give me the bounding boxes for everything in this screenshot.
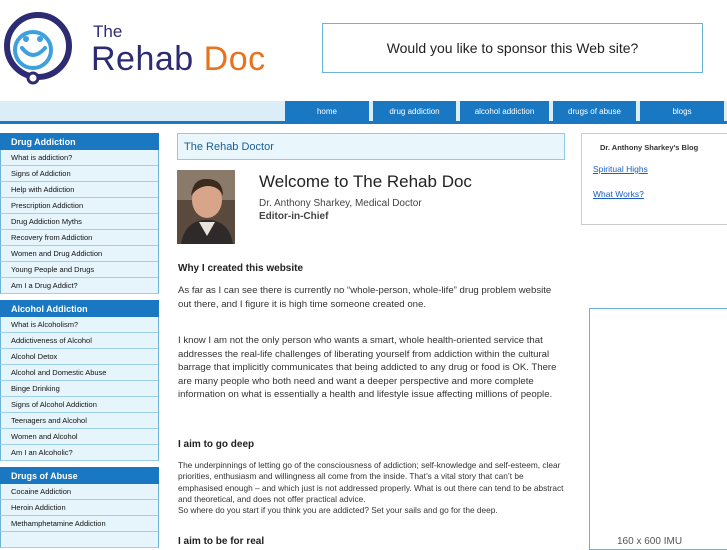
- sidebar-heading-drug-addiction[interactable]: Drug Addiction: [0, 133, 159, 150]
- nav-tab-drugs-of-abuse[interactable]: drugs of abuse: [553, 101, 636, 121]
- ad-placeholder[interactable]: [589, 308, 727, 550]
- section-heading: I aim to be for real: [178, 536, 265, 547]
- site-logo[interactable]: The Rehab Doc: [0, 8, 267, 88]
- sidebar-item[interactable]: Methamphetamine Addiction: [0, 516, 159, 532]
- sidebar-item[interactable]: Drug Addiction Myths: [0, 214, 159, 230]
- sidebar-item[interactable]: Teenagers and Alcohol: [0, 413, 159, 429]
- blog-link-spiritual-highs[interactable]: Spiritual Highs: [593, 164, 648, 174]
- nav-tab-blogs[interactable]: blogs: [640, 101, 724, 121]
- sidebar-item[interactable]: Addictiveness of Alcohol: [0, 333, 159, 349]
- sidebar-item[interactable]: Women and Alcohol: [0, 429, 159, 445]
- nav-underline: [0, 121, 727, 124]
- paragraph: I know I am not the only person who want…: [178, 335, 557, 400]
- paragraph: The underpinnings of letting go of the c…: [178, 460, 564, 504]
- author-role: Editor-in-Chief: [259, 211, 329, 222]
- section-heading: Why I created this website: [178, 263, 304, 274]
- sidebar-heading-alcohol-addiction[interactable]: Alcohol Addiction: [0, 300, 159, 317]
- sidebar-item[interactable]: Am I an Alcoholic?: [0, 445, 159, 461]
- logo-text: Rehab Doc: [91, 40, 266, 79]
- sidebar-item[interactable]: Binge Drinking: [0, 381, 159, 397]
- sidebar-item[interactable]: Alcohol and Domestic Abuse: [0, 365, 159, 381]
- sidebar-heading-drugs-of-abuse[interactable]: Drugs of Abuse: [0, 467, 159, 484]
- left-sidebar: Drug Addiction What is addiction? Signs …: [0, 133, 161, 548]
- sidebar-item[interactable]: Help with Addiction: [0, 182, 159, 198]
- content-title-box: The Rehab Doctor: [177, 133, 565, 160]
- sponsor-banner[interactable]: Would you like to sponsor this Web site?: [322, 23, 703, 73]
- paragraph: As far as I can see there is currently n…: [178, 285, 552, 310]
- stethoscope-logo-icon: [4, 12, 72, 85]
- sidebar-item[interactable]: Young People and Drugs: [0, 262, 159, 278]
- author-portrait-icon: [177, 170, 235, 244]
- sidebar-item[interactable]: Recovery from Addiction: [0, 230, 159, 246]
- nav-tab-drug-addiction[interactable]: drug addiction: [373, 101, 456, 121]
- sidebar-item[interactable]: Heroin Addiction: [0, 500, 159, 516]
- sidebar-item[interactable]: Women and Drug Addiction: [0, 246, 159, 262]
- content-title: The Rehab Doctor: [184, 140, 274, 153]
- blog-link-what-works[interactable]: What Works?: [593, 189, 644, 199]
- ad-size-label: 160 x 600 IMU: [617, 536, 683, 547]
- author-name: Dr. Anthony Sharkey, Medical Doctor: [259, 198, 422, 209]
- sidebar-item[interactable]: Am I a Drug Addict?: [0, 278, 159, 294]
- logo-text-rehab: Rehab: [91, 40, 194, 78]
- sidebar-item[interactable]: Signs of Alcohol Addiction: [0, 397, 159, 413]
- sidebar-item[interactable]: Signs of Addiction: [0, 166, 159, 182]
- sidebar-item[interactable]: Cocaine Addiction: [0, 484, 159, 500]
- logo-text-the: The: [93, 22, 123, 41]
- sidebar-item[interactable]: What is Alcoholism?: [0, 317, 159, 333]
- section-heading: I aim to go deep: [178, 439, 255, 450]
- author-photo: [177, 170, 235, 244]
- sidebar-item[interactable]: Alcohol Detox: [0, 349, 159, 365]
- blog-title: Dr. Anthony Sharkey's Blog: [600, 143, 699, 152]
- nav-tab-home[interactable]: home: [285, 101, 369, 121]
- sidebar-item[interactable]: Prescription Addiction: [0, 198, 159, 214]
- welcome-heading: Welcome to The Rehab Doc: [259, 172, 472, 191]
- paragraph: So where do you start if you think you a…: [178, 505, 498, 515]
- nav-tab-alcohol-addiction[interactable]: alcohol addiction: [460, 101, 549, 121]
- sidebar-item[interactable]: What is addiction?: [0, 150, 159, 166]
- sidebar-item[interactable]: [0, 532, 159, 548]
- logo-text-doc: Doc: [203, 40, 266, 78]
- sponsor-text: Would you like to sponsor this Web site?: [386, 40, 639, 56]
